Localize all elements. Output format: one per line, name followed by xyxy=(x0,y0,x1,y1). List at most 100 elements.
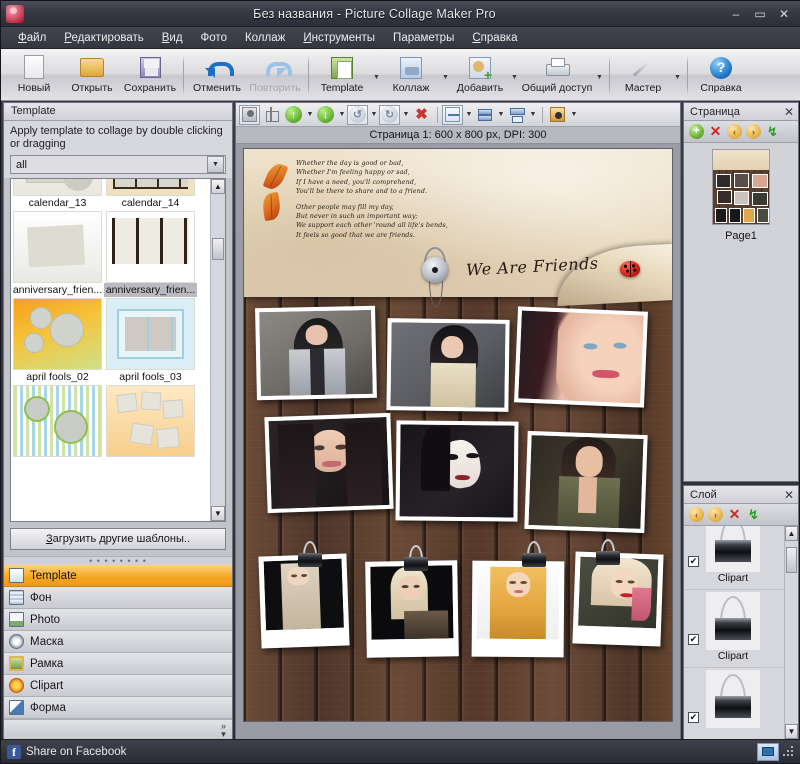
distribute-icon[interactable] xyxy=(506,105,527,125)
menu-options[interactable]: Параметры xyxy=(384,30,463,46)
sidebar-item-clipart[interactable]: Clipart xyxy=(4,675,232,697)
close-icon[interactable]: ✕ xyxy=(784,488,794,502)
toolbar-add-button[interactable]: Добавить xyxy=(451,51,509,100)
collage-photo[interactable] xyxy=(572,551,664,647)
chevron-down-icon[interactable]: ▼ xyxy=(211,506,225,521)
chevron-down-icon[interactable]: ▼ xyxy=(207,156,224,173)
collage-photo[interactable] xyxy=(471,560,565,658)
minimize-button[interactable]: – xyxy=(725,5,747,23)
collage-photo[interactable] xyxy=(258,553,350,649)
toolbar-wizard-dropdown[interactable]: ▼ xyxy=(672,74,683,81)
align-left-icon[interactable] xyxy=(474,105,495,125)
delete-icon[interactable]: ✖ xyxy=(411,105,432,125)
close-button[interactable]: ✕ xyxy=(773,5,795,23)
scrollbar-track[interactable] xyxy=(211,194,225,506)
template-filter-select[interactable]: all ▼ xyxy=(10,155,226,174)
monitor-icon[interactable] xyxy=(757,742,779,761)
layer-up-icon[interactable]: ‹ xyxy=(689,507,704,522)
move-page-right-icon[interactable]: › xyxy=(746,124,761,139)
layer-scrollbar[interactable]: ▲ ▼ xyxy=(784,526,798,739)
binder-clip-clipart[interactable] xyxy=(596,539,620,565)
refresh-page-icon[interactable]: ↯ xyxy=(765,124,780,139)
panel-resize-grip[interactable]: • • • • • • • • xyxy=(4,556,232,566)
toolbar-collage-dropdown[interactable]: ▼ xyxy=(440,74,451,81)
collage-photo[interactable] xyxy=(524,430,648,534)
leaf-clipart[interactable] xyxy=(261,191,282,222)
chevron-up-icon[interactable]: ▲ xyxy=(211,179,225,194)
distribute-dropdown[interactable]: ▼ xyxy=(528,111,538,118)
template-item[interactable]: calendar_14 xyxy=(104,179,197,210)
rotate-left-icon[interactable]: ↺ xyxy=(347,104,368,125)
menu-collage[interactable]: Коллаж xyxy=(236,30,294,46)
sidebar-item-photo[interactable]: Photo xyxy=(4,609,232,631)
align-left-dropdown[interactable]: ▼ xyxy=(496,111,506,118)
menu-edit[interactable]: Редактировать xyxy=(55,30,152,46)
toolbar-share-dropdown[interactable]: ▼ xyxy=(594,74,605,81)
binder-clip-clipart[interactable] xyxy=(298,541,322,567)
crop-tool-icon[interactable] xyxy=(261,105,282,125)
toolbar-collage-button[interactable]: Коллаж xyxy=(382,51,440,100)
template-item[interactable] xyxy=(11,384,104,471)
template-item[interactable]: anniversary_frien... xyxy=(104,210,197,297)
page-item[interactable]: Page1 xyxy=(684,149,798,242)
facebook-icon[interactable]: f xyxy=(7,744,21,759)
toolbar-undo-button[interactable]: Отменить xyxy=(188,51,246,100)
close-icon[interactable]: ✕ xyxy=(784,105,794,119)
toolbar-new-button[interactable]: Новый xyxy=(5,51,63,100)
list-item[interactable]: ✔ Clipart xyxy=(684,526,784,590)
template-item[interactable]: april fools_03 xyxy=(104,297,197,384)
template-item[interactable]: calendar_13 xyxy=(11,179,104,210)
leaf-clipart[interactable] xyxy=(262,160,289,193)
template-item[interactable] xyxy=(104,384,197,471)
menu-file[interactable]: Файл xyxy=(9,30,55,46)
rotate-right-dropdown[interactable]: ▼ xyxy=(401,111,411,118)
menu-view[interactable]: Вид xyxy=(153,30,192,46)
resize-grip-icon[interactable] xyxy=(783,745,795,758)
category-overflow-button[interactable]: » ▾ xyxy=(4,719,232,739)
align-center-icon[interactable] xyxy=(442,104,463,125)
refresh-layers-icon[interactable]: ↯ xyxy=(746,507,761,522)
chevron-down-icon[interactable]: ▼ xyxy=(785,724,798,739)
sidebar-item-shape[interactable]: Форма xyxy=(4,697,232,719)
move-page-left-icon[interactable]: ‹ xyxy=(727,124,742,139)
sidebar-item-template[interactable]: Template xyxy=(4,565,232,587)
effects-icon[interactable] xyxy=(547,105,568,125)
canvas-area[interactable]: Whether the day is good or bad, Whether … xyxy=(236,144,680,739)
toolbar-save-button[interactable]: Сохранить xyxy=(121,51,179,100)
layer-down-icon[interactable]: › xyxy=(708,507,723,522)
toolbar-template-button[interactable]: Template xyxy=(313,51,371,100)
toolbar-template-dropdown[interactable]: ▼ xyxy=(371,74,382,81)
scrollbar-thumb[interactable] xyxy=(212,238,224,260)
poem-text[interactable]: Whether the day is good or bad, Whether … xyxy=(296,159,546,246)
menu-tools[interactable]: Инструменты xyxy=(294,30,384,46)
maximize-button[interactable]: ▭ xyxy=(749,5,771,23)
sidebar-item-background[interactable]: Фон xyxy=(4,587,232,609)
binder-clip-clipart[interactable] xyxy=(522,541,546,567)
page-list[interactable]: Page1 xyxy=(684,143,798,481)
paper-header[interactable]: Whether the day is good or bad, Whether … xyxy=(244,149,672,307)
rotate-right-icon[interactable]: ↻ xyxy=(379,104,400,125)
move-down-icon[interactable]: ↓ xyxy=(315,105,336,125)
list-item[interactable]: ✔ xyxy=(684,668,784,739)
rotate-left-dropdown[interactable]: ▼ xyxy=(369,111,379,118)
share-on-facebook-label[interactable]: Share on Facebook xyxy=(26,746,126,758)
template-item[interactable]: april fools_02 xyxy=(11,297,104,384)
collage-photo[interactable] xyxy=(255,305,377,401)
add-page-icon[interactable]: + xyxy=(689,124,704,139)
sidebar-item-mask[interactable]: Маска xyxy=(4,631,232,653)
effects-dropdown[interactable]: ▼ xyxy=(569,111,579,118)
ladybug-clipart[interactable] xyxy=(620,261,640,277)
toolbar-open-button[interactable]: Открыть xyxy=(63,51,121,100)
layer-visibility-checkbox[interactable]: ✔ xyxy=(688,634,699,645)
collage-photo[interactable] xyxy=(264,412,394,514)
collage-photo[interactable] xyxy=(386,318,510,412)
layer-list[interactable]: ✔ Clipart ✔ Clipart ✔ xyxy=(684,526,784,739)
hook-clipart[interactable] xyxy=(422,257,448,283)
toolbar-share-button[interactable]: Общий доступ xyxy=(520,51,594,100)
load-more-templates-button[interactable]: Загрузить другие шаблоны.. xyxy=(10,528,226,550)
move-up-dropdown[interactable]: ▼ xyxy=(305,111,315,118)
move-up-icon[interactable]: ↑ xyxy=(283,105,304,125)
layer-visibility-checkbox[interactable]: ✔ xyxy=(688,712,699,723)
scrollbar-thumb[interactable] xyxy=(786,547,797,573)
page-thumbnail[interactable] xyxy=(712,149,770,225)
